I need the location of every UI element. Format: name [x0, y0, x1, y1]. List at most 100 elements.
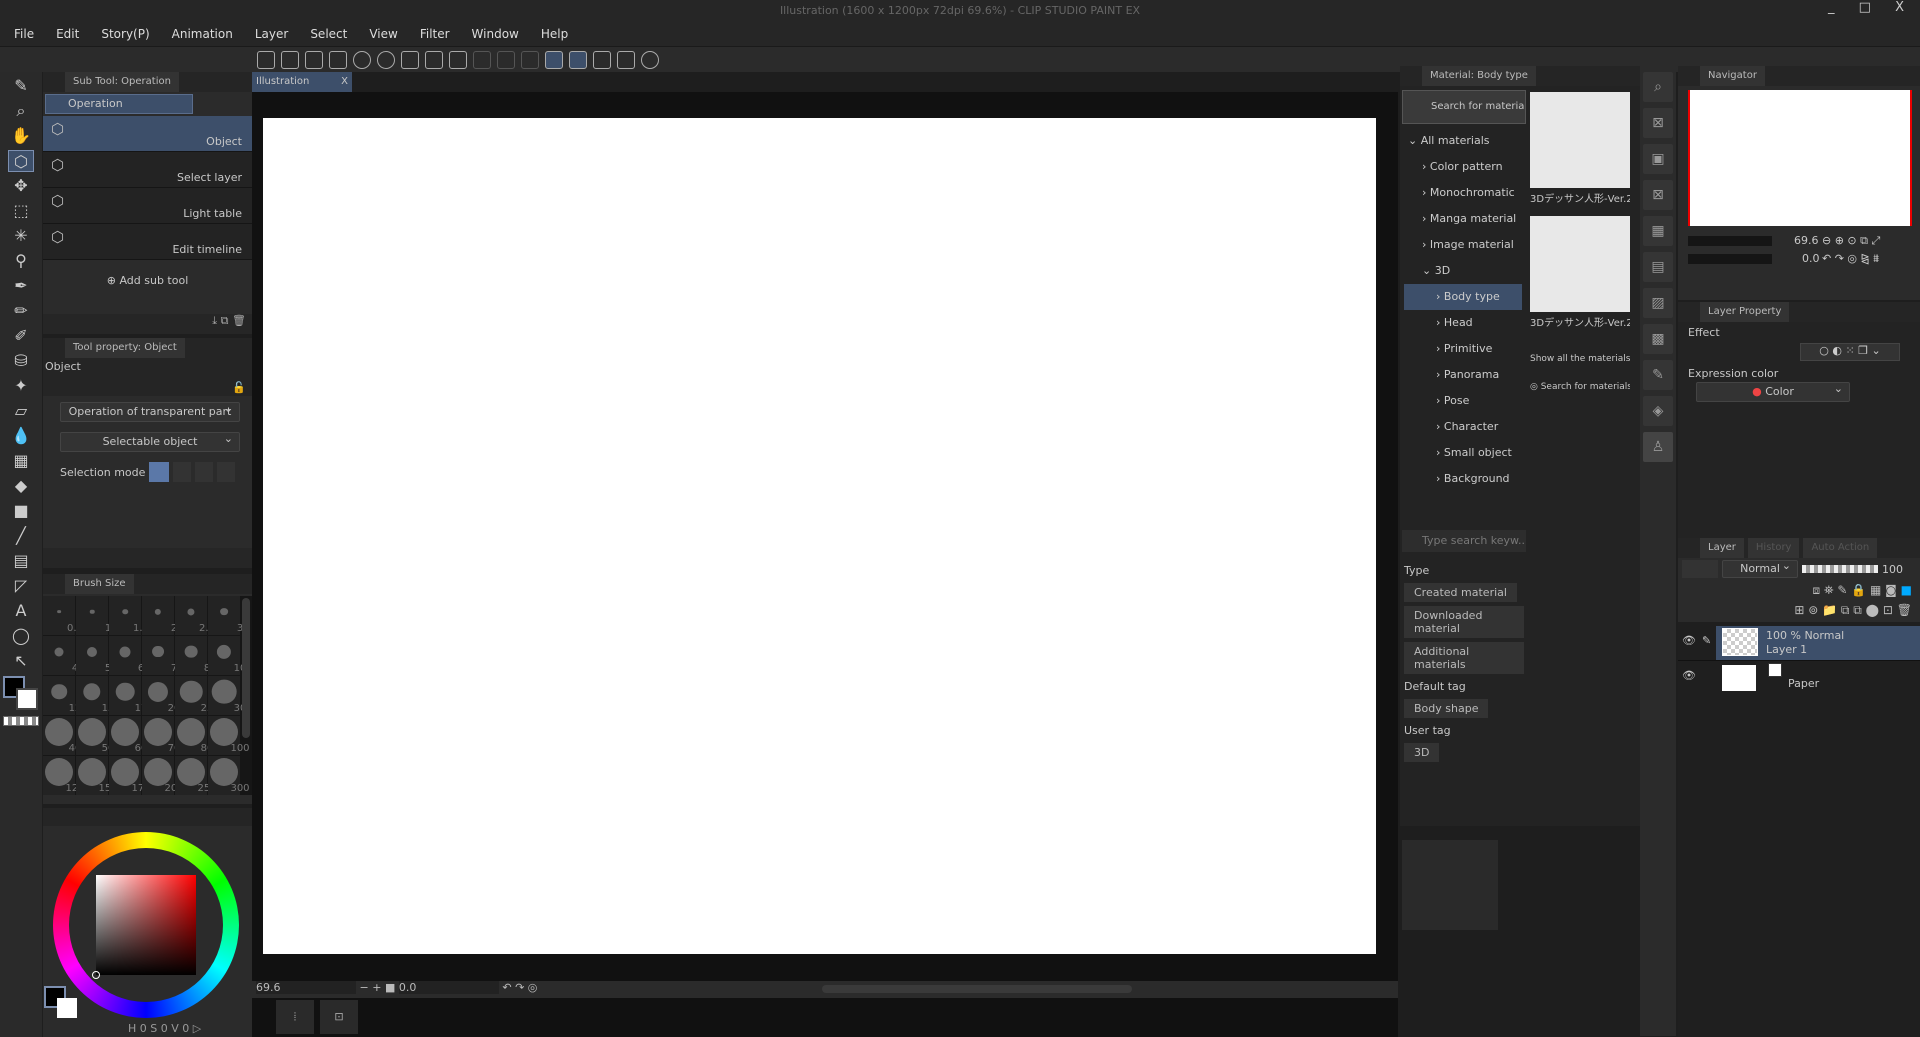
layer-color-icon[interactable]: ■ — [1901, 583, 1912, 597]
expand-chevron-icon[interactable]: › — [1436, 446, 1444, 459]
pen-tool-icon[interactable]: ✒ — [8, 275, 34, 297]
camera-button[interactable]: ⊡ — [320, 1000, 358, 1034]
rotation-field[interactable]: 0.0 — [398, 981, 499, 994]
material-tree-head[interactable]: › Head — [1404, 310, 1522, 336]
brush-size-preset[interactable]: 250 — [175, 756, 217, 795]
expand-chevron-icon[interactable]: › — [1436, 342, 1444, 355]
brush-size-preset[interactable]: 0.7 — [43, 596, 83, 635]
brush-size-preset[interactable]: 120 — [43, 756, 85, 795]
tag-chip[interactable]: Body shape — [1404, 699, 1489, 718]
search-materials-button[interactable]: ◎ Search for materials — [1530, 382, 1630, 392]
visibility-eye-icon[interactable]: 👁 — [1682, 669, 1696, 682]
expand-chevron-icon[interactable]: › — [1436, 420, 1444, 433]
brush-size-preset[interactable]: 150 — [76, 756, 118, 795]
expression-color-dropdown[interactable]: ● Color — [1696, 380, 1850, 402]
visibility-eye-icon[interactable]: 👁 — [1682, 634, 1696, 647]
pen-tab-icon[interactable]: ✎ — [8, 75, 34, 97]
pattern-folder-icon[interactable]: ▦ — [1643, 216, 1673, 246]
layer-color-button[interactable] — [1682, 560, 1718, 578]
material-tree-body-type[interactable]: › Body type — [1404, 284, 1522, 310]
brush-size-preset[interactable]: 6 — [109, 636, 144, 675]
new-layer-icons[interactable]: ⊞ ⊚ 📁 ⧉ ⧉ ⬤ ⊡ 🗑 — [1794, 603, 1912, 617]
effect-buttons[interactable]: ○ ◐ ⁙ ❐ ⌄ — [1800, 343, 1900, 361]
material-tree-color-pattern[interactable]: › Color pattern — [1404, 154, 1522, 180]
blend-mode-dropdown[interactable]: Normal — [1722, 558, 1798, 578]
zoom-out-button[interactable]: − — [360, 981, 369, 994]
layer-row[interactable]: 👁 Paper — [1678, 660, 1920, 694]
expand-chevron-icon[interactable]: › — [1422, 212, 1430, 225]
sub-tool-select-layer[interactable]: ⬡ Select layer — [43, 152, 252, 188]
brush-size-preset[interactable]: 15 — [76, 676, 114, 715]
brush-size-preset[interactable]: 1 — [76, 596, 111, 635]
opacity-value[interactable]: 100 — [1882, 563, 1903, 576]
material-search-input[interactable]: Type search keyw... — [1402, 530, 1526, 552]
brush-size-preset[interactable]: 3 — [208, 596, 243, 635]
body-type-icon[interactable]: ♙ — [1643, 432, 1673, 462]
window-controls[interactable]: _ □ X — [1828, 0, 1914, 15]
redo-icon[interactable] — [377, 51, 395, 69]
material-tree-manga-material[interactable]: › Manga material — [1404, 206, 1522, 232]
type-chip[interactable]: Additional materials — [1404, 642, 1524, 674]
saturation-value-square[interactable] — [96, 875, 196, 975]
timeline-button[interactable]: ⦙ — [276, 1000, 314, 1034]
deselect-icon[interactable] — [473, 51, 491, 69]
expand-chevron-icon[interactable]: › — [1436, 368, 1444, 381]
search-assets-button[interactable]: Search for materials on AS — [1402, 90, 1526, 124]
rotate-left-icon[interactable]: ↶ — [502, 981, 511, 994]
menu-select[interactable]: Select — [310, 27, 347, 41]
expand-chevron-icon[interactable]: › — [1436, 316, 1444, 329]
expand-chevron-icon[interactable]: › — [1436, 472, 1444, 485]
color-play-icon[interactable]: ▷ — [193, 1022, 201, 1035]
material-tree-small-object[interactable]: › Small object — [1404, 440, 1522, 466]
brush-size-preset[interactable]: 300 — [208, 756, 250, 795]
sub-tool-object[interactable]: ⬡ Object — [43, 116, 252, 152]
brush-size-preset[interactable]: 17 — [109, 676, 147, 715]
layer-mask-icon[interactable]: ◙ — [1885, 583, 1897, 597]
palette-icon[interactable]: ⊠ — [1643, 108, 1673, 138]
clip-layer-icon[interactable]: ⧈ ⛯ ✎ 🔒 ▦ — [1813, 583, 1882, 597]
tab-illustration[interactable]: Illustration X — [252, 72, 352, 92]
brush-size-preset[interactable]: 100 — [208, 716, 250, 755]
expand-chevron-icon[interactable]: ⌄ — [1422, 264, 1435, 277]
expand-chevron-icon[interactable]: › — [1422, 160, 1430, 173]
save-icon[interactable] — [329, 51, 347, 69]
brush-size-preset[interactable]: 1.5 — [109, 596, 149, 635]
menu-filter[interactable]: Filter — [420, 27, 450, 41]
auto-select-icon[interactable]: ✳ — [8, 225, 34, 247]
expand-chevron-icon[interactable]: › — [1422, 238, 1430, 251]
menu-animation[interactable]: Animation — [172, 27, 233, 41]
menu-file[interactable]: File — [14, 27, 34, 41]
brush-size-preset[interactable]: 200 — [142, 756, 184, 795]
type-chip[interactable]: Created material — [1404, 583, 1517, 602]
snap-special-ruler-icon[interactable] — [569, 51, 587, 69]
transform-icon[interactable] — [449, 51, 467, 69]
new-file-icon[interactable] — [281, 51, 299, 69]
airbrush-icon[interactable]: ⛁ — [8, 350, 34, 372]
zoom-field[interactable]: 69.6 — [256, 981, 356, 994]
zoom-in-button[interactable]: + — [372, 981, 381, 994]
selection-mode-subtract-button[interactable] — [195, 462, 214, 482]
brush-size-preset[interactable]: 10 — [208, 636, 246, 675]
menu-edit[interactable]: Edit — [56, 27, 79, 41]
material-thumbnail[interactable] — [1530, 92, 1630, 188]
invert-selection-icon[interactable] — [497, 51, 515, 69]
brush-size-preset[interactable]: 12 — [43, 676, 81, 715]
clip-studio-icon[interactable] — [257, 51, 275, 69]
layer-row[interactable]: 👁 ✎ 100 % Normal Layer 1 — [1678, 626, 1920, 660]
navigator-rotation-value[interactable]: 0.0 — [1802, 252, 1820, 265]
material-tree-primitive[interactable]: › Primitive — [1404, 336, 1522, 362]
brush-size-preset[interactable]: 4 — [43, 636, 78, 675]
balloon-icon[interactable]: ◯ — [8, 625, 34, 647]
image-folder-icon[interactable]: ▨ — [1643, 288, 1673, 318]
image-material-icon[interactable]: ▩ — [1643, 324, 1673, 354]
add-sub-tool-button[interactable]: ⊕ Add sub tool — [43, 274, 252, 287]
eraser-icon[interactable]: ▱ — [8, 400, 34, 422]
selection-mode-new-button[interactable] — [149, 462, 170, 482]
brush-size-preset[interactable]: 30 — [208, 676, 246, 715]
tab-auto-action[interactable]: Auto Action — [1803, 538, 1878, 558]
navigator-preview[interactable] — [1688, 90, 1912, 226]
folder-icon[interactable]: ▣ — [1643, 144, 1673, 174]
edit-folder-icon[interactable]: ✎ — [1643, 360, 1673, 390]
color-cursor[interactable] — [92, 971, 100, 979]
brush-size-preset[interactable]: 170 — [109, 756, 151, 795]
